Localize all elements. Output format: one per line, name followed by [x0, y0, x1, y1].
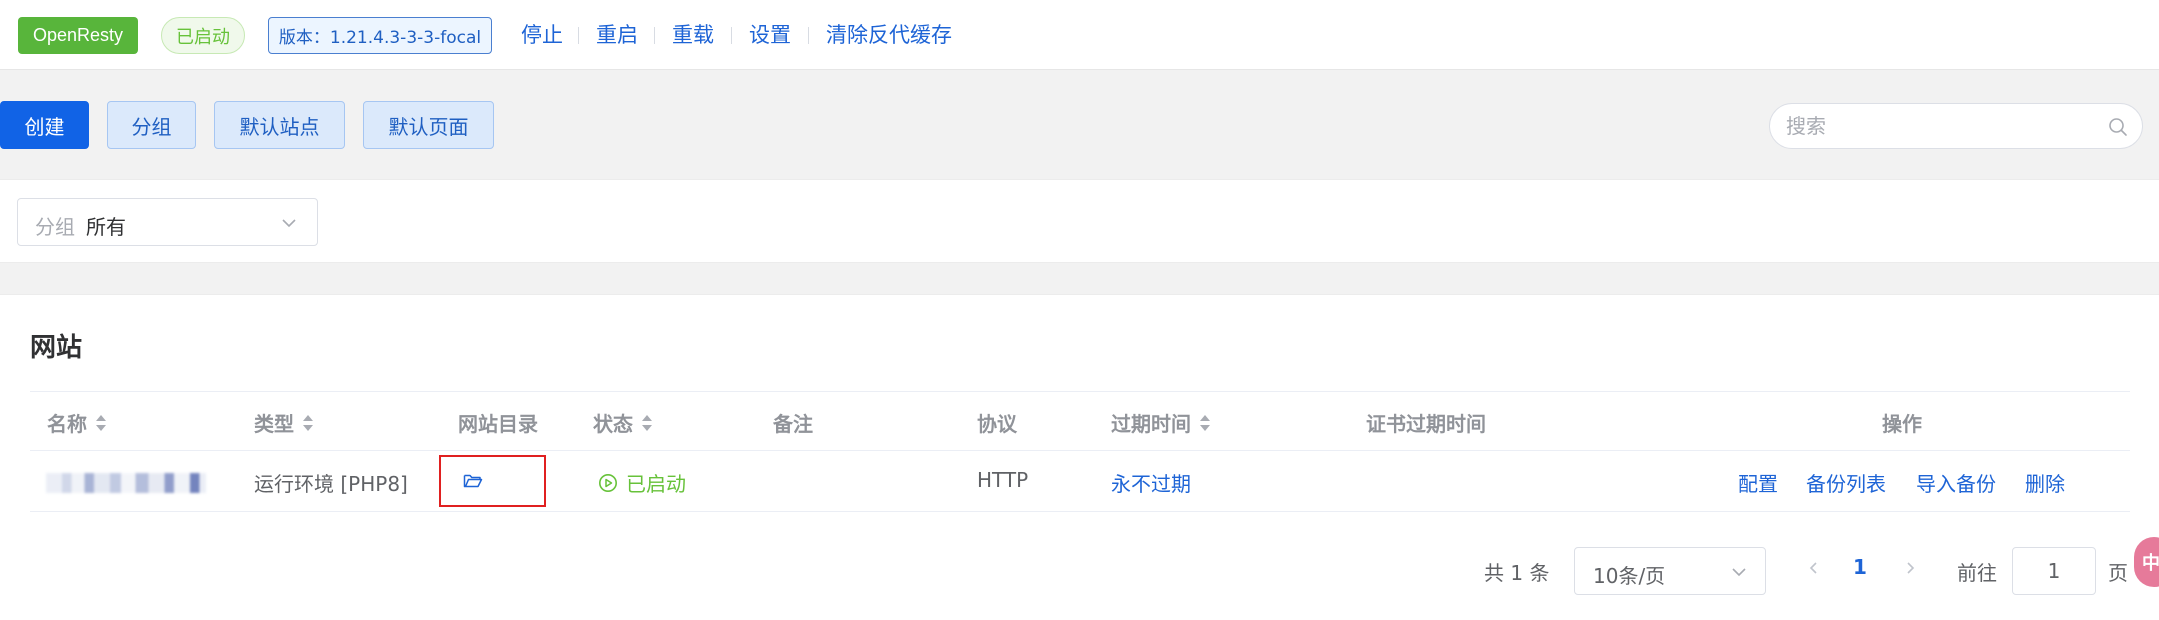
goto-label: 前往 — [1957, 561, 1997, 585]
divider — [578, 27, 579, 44]
divider — [808, 27, 809, 44]
page-size-value: 10条/页 — [1593, 564, 1666, 588]
site-directory-cell[interactable] — [439, 455, 546, 507]
column-label: 类型 — [254, 412, 294, 436]
app-badge: OpenResty — [18, 17, 138, 54]
sites-panel: 网站 名称 类型 网站目录 状态 备注 协议 过期时间 证书过期时间 操作 运行… — [0, 294, 2159, 620]
site-protocol: HTTP — [977, 468, 1029, 492]
column-header-actions: 操作 — [1882, 408, 1922, 437]
column-label: 备注 — [773, 412, 813, 436]
table-row: 运行环境 [PHP8] 已启动 HTTP 永不过期 配置 备份列表 导入备份 删… — [30, 451, 2130, 512]
pagination-total: 共 1 条 — [1484, 561, 1550, 585]
play-circle-icon — [599, 473, 617, 492]
sort-icon[interactable] — [302, 414, 314, 432]
column-label: 网站目录 — [458, 412, 538, 436]
sort-icon[interactable] — [95, 414, 107, 432]
restart-button[interactable]: 重启 — [596, 20, 638, 50]
goto-suffix: 页 — [2108, 561, 2128, 585]
settings-button[interactable]: 设置 — [749, 20, 791, 50]
stop-button[interactable]: 停止 — [521, 20, 563, 50]
chevron-down-icon — [282, 219, 296, 228]
column-label: 过期时间 — [1111, 412, 1191, 436]
site-expire-link[interactable]: 永不过期 — [1111, 468, 1191, 497]
chevron-right-icon[interactable] — [1903, 561, 1917, 575]
page-size-select[interactable]: 10条/页 — [1574, 547, 1766, 595]
version-tag: 版本：1.21.4.3-3-3-focal — [268, 17, 492, 54]
column-header-status[interactable]: 状态 — [593, 408, 653, 437]
backup-list-link[interactable]: 备份列表 — [1806, 468, 1886, 497]
reload-button[interactable]: 重载 — [672, 20, 714, 50]
column-header-cert-expire: 证书过期时间 — [1366, 408, 1486, 437]
column-label: 操作 — [1882, 412, 1922, 436]
search-icon[interactable] — [2108, 117, 2128, 137]
column-label: 名称 — [47, 412, 87, 436]
column-header-name[interactable]: 名称 — [47, 408, 107, 437]
chevron-down-icon — [1732, 568, 1746, 577]
clear-proxy-cache-button[interactable]: 清除反代缓存 — [826, 20, 952, 50]
search-box[interactable] — [1769, 103, 2143, 149]
goto-page-input[interactable] — [2012, 547, 2096, 595]
table-header: 名称 类型 网站目录 状态 备注 协议 过期时间 证书过期时间 操作 — [30, 391, 2130, 451]
column-header-expire[interactable]: 过期时间 — [1111, 408, 1211, 437]
config-link[interactable]: 配置 — [1738, 468, 1778, 497]
pagination: 共 1 条 10条/页 1 前往 页 — [0, 539, 2159, 599]
column-header-dir: 网站目录 — [458, 408, 538, 437]
site-name-redacted[interactable] — [46, 473, 206, 493]
create-button[interactable]: 创建 — [0, 101, 89, 149]
column-label: 状态 — [593, 412, 633, 436]
divider — [731, 27, 732, 44]
site-status-label: 已启动 — [626, 472, 686, 496]
group-filter-prefix: 分组 — [35, 215, 75, 239]
top-bar: OpenResty 已启动 版本：1.21.4.3-3-3-focal 停止 重… — [0, 0, 2159, 70]
search-input[interactable] — [1786, 112, 2086, 140]
chevron-left-icon[interactable] — [1807, 561, 1821, 575]
panel-title: 网站 — [30, 333, 83, 363]
sort-icon[interactable] — [641, 414, 653, 432]
page-number-current[interactable]: 1 — [1853, 555, 1867, 579]
floating-widget[interactable]: 中 — [2134, 537, 2159, 587]
column-header-type[interactable]: 类型 — [254, 408, 314, 437]
site-type: 运行环境 [PHP8] — [254, 472, 408, 496]
column-label: 证书过期时间 — [1366, 412, 1486, 436]
default-site-button[interactable]: 默认站点 — [214, 101, 345, 149]
column-header-protocol: 协议 — [977, 408, 1017, 437]
column-label: 协议 — [977, 412, 1017, 436]
default-page-button[interactable]: 默认页面 — [363, 101, 494, 149]
divider — [654, 27, 655, 44]
group-button[interactable]: 分组 — [107, 101, 196, 149]
column-header-remark: 备注 — [773, 408, 813, 437]
sort-icon[interactable] — [1199, 414, 1211, 432]
delete-link[interactable]: 删除 — [2025, 468, 2065, 497]
folder-open-icon[interactable] — [463, 472, 483, 490]
sites-table: 名称 类型 网站目录 状态 备注 协议 过期时间 证书过期时间 操作 运行环境 … — [30, 391, 2130, 512]
group-filter-value: 所有 — [86, 215, 126, 239]
site-status[interactable]: 已启动 — [598, 468, 686, 497]
service-status-badge: 已启动 — [161, 17, 245, 54]
import-backup-link[interactable]: 导入备份 — [1916, 468, 1996, 497]
group-filter-select[interactable]: 分组 所有 — [17, 198, 318, 246]
filter-panel: 分组 所有 — [0, 179, 2159, 263]
